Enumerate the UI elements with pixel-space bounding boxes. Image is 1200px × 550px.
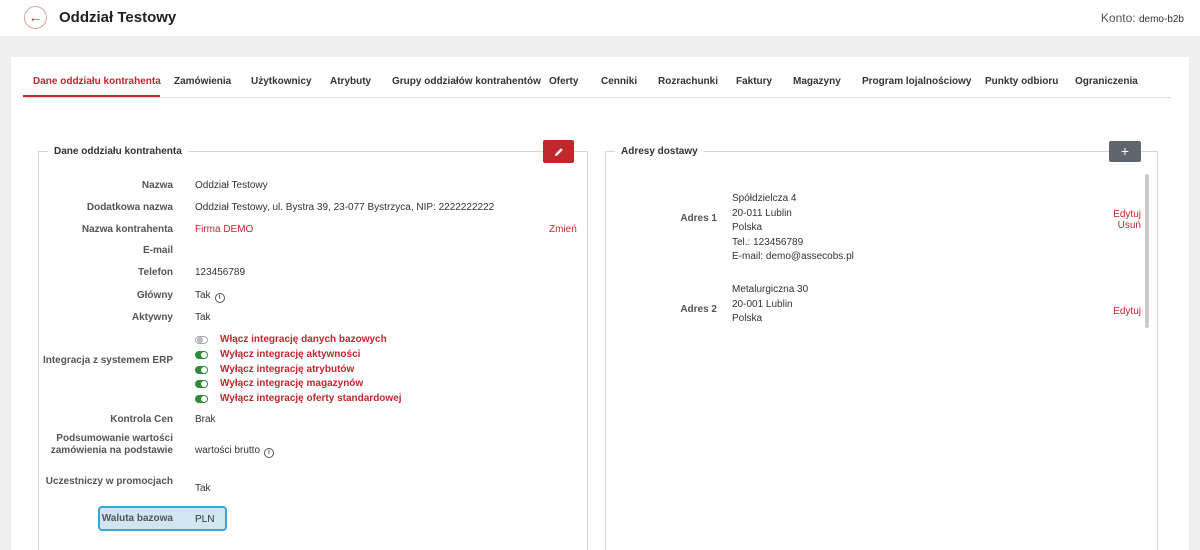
- addresses-panel: Adresy dostawy + Adres 1 Spółdzielcza 4 …: [605, 141, 1158, 550]
- active-tab-indicator: [23, 95, 160, 97]
- kontrahent-link[interactable]: Firma DEMO: [195, 224, 253, 235]
- glowny-label: Główny: [136, 290, 173, 301]
- address-1-label: Adres 1: [680, 213, 717, 224]
- main-content: Dane oddziału kontrahenta Zamówienia Uży…: [11, 57, 1189, 550]
- details-panel: Dane oddziału kontrahenta Nazwa Oddział …: [38, 140, 588, 550]
- nazwa-kontrahenta-label: Nazwa kontrahenta: [81, 224, 173, 235]
- toggle-aktywnosci-label[interactable]: Wyłącz integrację aktywności: [220, 349, 360, 360]
- podsumowanie-label: Podsumowanie wartości zamówienia na pods…: [50, 433, 173, 456]
- erp-label: Integracja z systemem ERP: [42, 355, 173, 366]
- tab-uzytkownicy[interactable]: Użytkownicy: [251, 76, 312, 87]
- account-label: Konto:: [1100, 11, 1136, 25]
- tab-dane-oddzialu[interactable]: Dane oddziału kontrahenta: [33, 76, 161, 87]
- tab-rozrachunki[interactable]: Rozrachunki: [658, 76, 718, 87]
- zmien-link[interactable]: Zmień: [549, 224, 577, 235]
- tab-program-lojalnosciowy[interactable]: Program lojalnościowy: [862, 76, 971, 87]
- edit-button[interactable]: [543, 140, 574, 163]
- add-address-button[interactable]: +: [1109, 141, 1141, 162]
- tab-bar: Dane oddziału kontrahenta Zamówienia Uży…: [23, 57, 1171, 98]
- address-1-email: E-mail: demo@assecobs.pl: [732, 251, 854, 262]
- address-1-lines: Spółdzielcza 4 20-011 Lublin Polska Tel.…: [732, 192, 854, 265]
- account-info: Konto: demo-b2b: [1101, 11, 1184, 25]
- podsumowanie-value: wartości brutto: [195, 445, 261, 456]
- tab-punkty-odbioru[interactable]: Punkty odbioru: [985, 76, 1058, 87]
- page-title: Oddział Testowy: [59, 9, 177, 26]
- toggle-atrybutow-label[interactable]: Wyłącz integrację atrybutów: [220, 364, 354, 375]
- address-2-street: Metalurgiczna 30: [732, 284, 809, 295]
- toggle-oferty-label[interactable]: Wyłącz integrację oferty standardowej: [220, 393, 402, 404]
- address-1-country: Polska: [732, 222, 763, 233]
- waluta-bazowa-value: PLN: [195, 514, 215, 525]
- nazwa-value: Oddział Testowy: [195, 180, 268, 191]
- promocje-label: Uczestniczy w promocjach: [45, 476, 173, 487]
- podsumowanie-value-wrap: wartości brutto i: [195, 445, 275, 458]
- address-1-phone: Tel.: 123456789: [732, 236, 804, 248]
- glowny-value-wrap: Tak i: [195, 290, 225, 303]
- dodatkowa-nazwa-value: Oddział Testowy, ul. Bystra 39, 23-077 B…: [195, 202, 495, 213]
- tab-ograniczenia[interactable]: Ograniczenia: [1075, 76, 1138, 87]
- address-1-delete-link[interactable]: Usuń: [1113, 220, 1141, 231]
- address-2-city: 20-001 Lublin: [732, 298, 793, 310]
- info-icon[interactable]: i: [214, 293, 225, 303]
- address-1-actions: Edytuj Usuń: [1113, 209, 1141, 231]
- tab-cenniki[interactable]: Cenniki: [601, 76, 637, 87]
- dodatkowa-nazwa-label: Dodatkowa nazwa: [86, 202, 173, 213]
- telefon-label: Telefon: [138, 267, 173, 278]
- arrow-left-icon[interactable]: ←: [24, 6, 47, 29]
- aktywny-label: Aktywny: [131, 312, 173, 323]
- info-icon[interactable]: i: [264, 448, 275, 458]
- kontrola-cen-label: Kontrola Cen: [110, 414, 173, 425]
- email-label: E-mail: [142, 245, 173, 256]
- glowny-value: Tak: [195, 290, 211, 301]
- scrollbar[interactable]: [1145, 174, 1149, 328]
- address-2-edit-link[interactable]: Edytuj: [1113, 306, 1141, 317]
- toggle-dane-bazowe[interactable]: [195, 336, 208, 344]
- tab-magazyny[interactable]: Magazyny: [793, 76, 841, 87]
- toggle-magazynow-label[interactable]: Wyłącz integrację magazynów: [220, 378, 363, 389]
- kontrola-cen-value: Brak: [195, 414, 216, 425]
- tab-zamowienia[interactable]: Zamówienia: [174, 76, 231, 87]
- tab-faktury[interactable]: Faktury: [736, 76, 772, 87]
- address-2-label: Adres 2: [680, 304, 717, 315]
- toggle-magazynow[interactable]: [195, 380, 208, 388]
- address-2-country: Polska: [732, 313, 763, 324]
- toggle-oferty[interactable]: [195, 395, 208, 403]
- address-1-street: Spółdzielcza 4: [732, 193, 797, 204]
- toggle-atrybutow[interactable]: [195, 366, 208, 374]
- toggle-dane-bazowe-label[interactable]: Włącz integrację danych bazowych: [220, 334, 387, 345]
- address-2-actions: Edytuj: [1113, 306, 1141, 317]
- telefon-value: 123456789: [195, 267, 246, 278]
- nazwa-label: Nazwa: [141, 180, 173, 191]
- tab-atrybuty[interactable]: Atrybuty: [330, 76, 371, 87]
- tab-grupy-oddzialow[interactable]: Grupy oddziałów kontrahentów: [392, 76, 541, 87]
- pencil-icon: [554, 148, 563, 156]
- top-bar: ← Oddział Testowy Konto: demo-b2b: [0, 0, 1200, 36]
- toggle-aktywnosci[interactable]: [195, 351, 208, 359]
- account-value: demo-b2b: [1138, 14, 1184, 25]
- address-1-edit-link[interactable]: Edytuj: [1113, 209, 1141, 220]
- address-2-lines: Metalurgiczna 30 20-001 Lublin Polska: [732, 283, 808, 327]
- aktywny-value: Tak: [195, 312, 211, 323]
- waluta-bazowa-label: Waluta bazowa: [101, 513, 173, 524]
- tab-oferty[interactable]: Oferty: [549, 76, 578, 87]
- details-panel-title: Dane oddziału kontrahenta: [48, 146, 188, 157]
- address-1-city: 20-011 Lublin: [732, 207, 792, 219]
- addresses-panel-title: Adresy dostawy: [615, 146, 704, 157]
- promocje-value: Tak: [195, 483, 211, 494]
